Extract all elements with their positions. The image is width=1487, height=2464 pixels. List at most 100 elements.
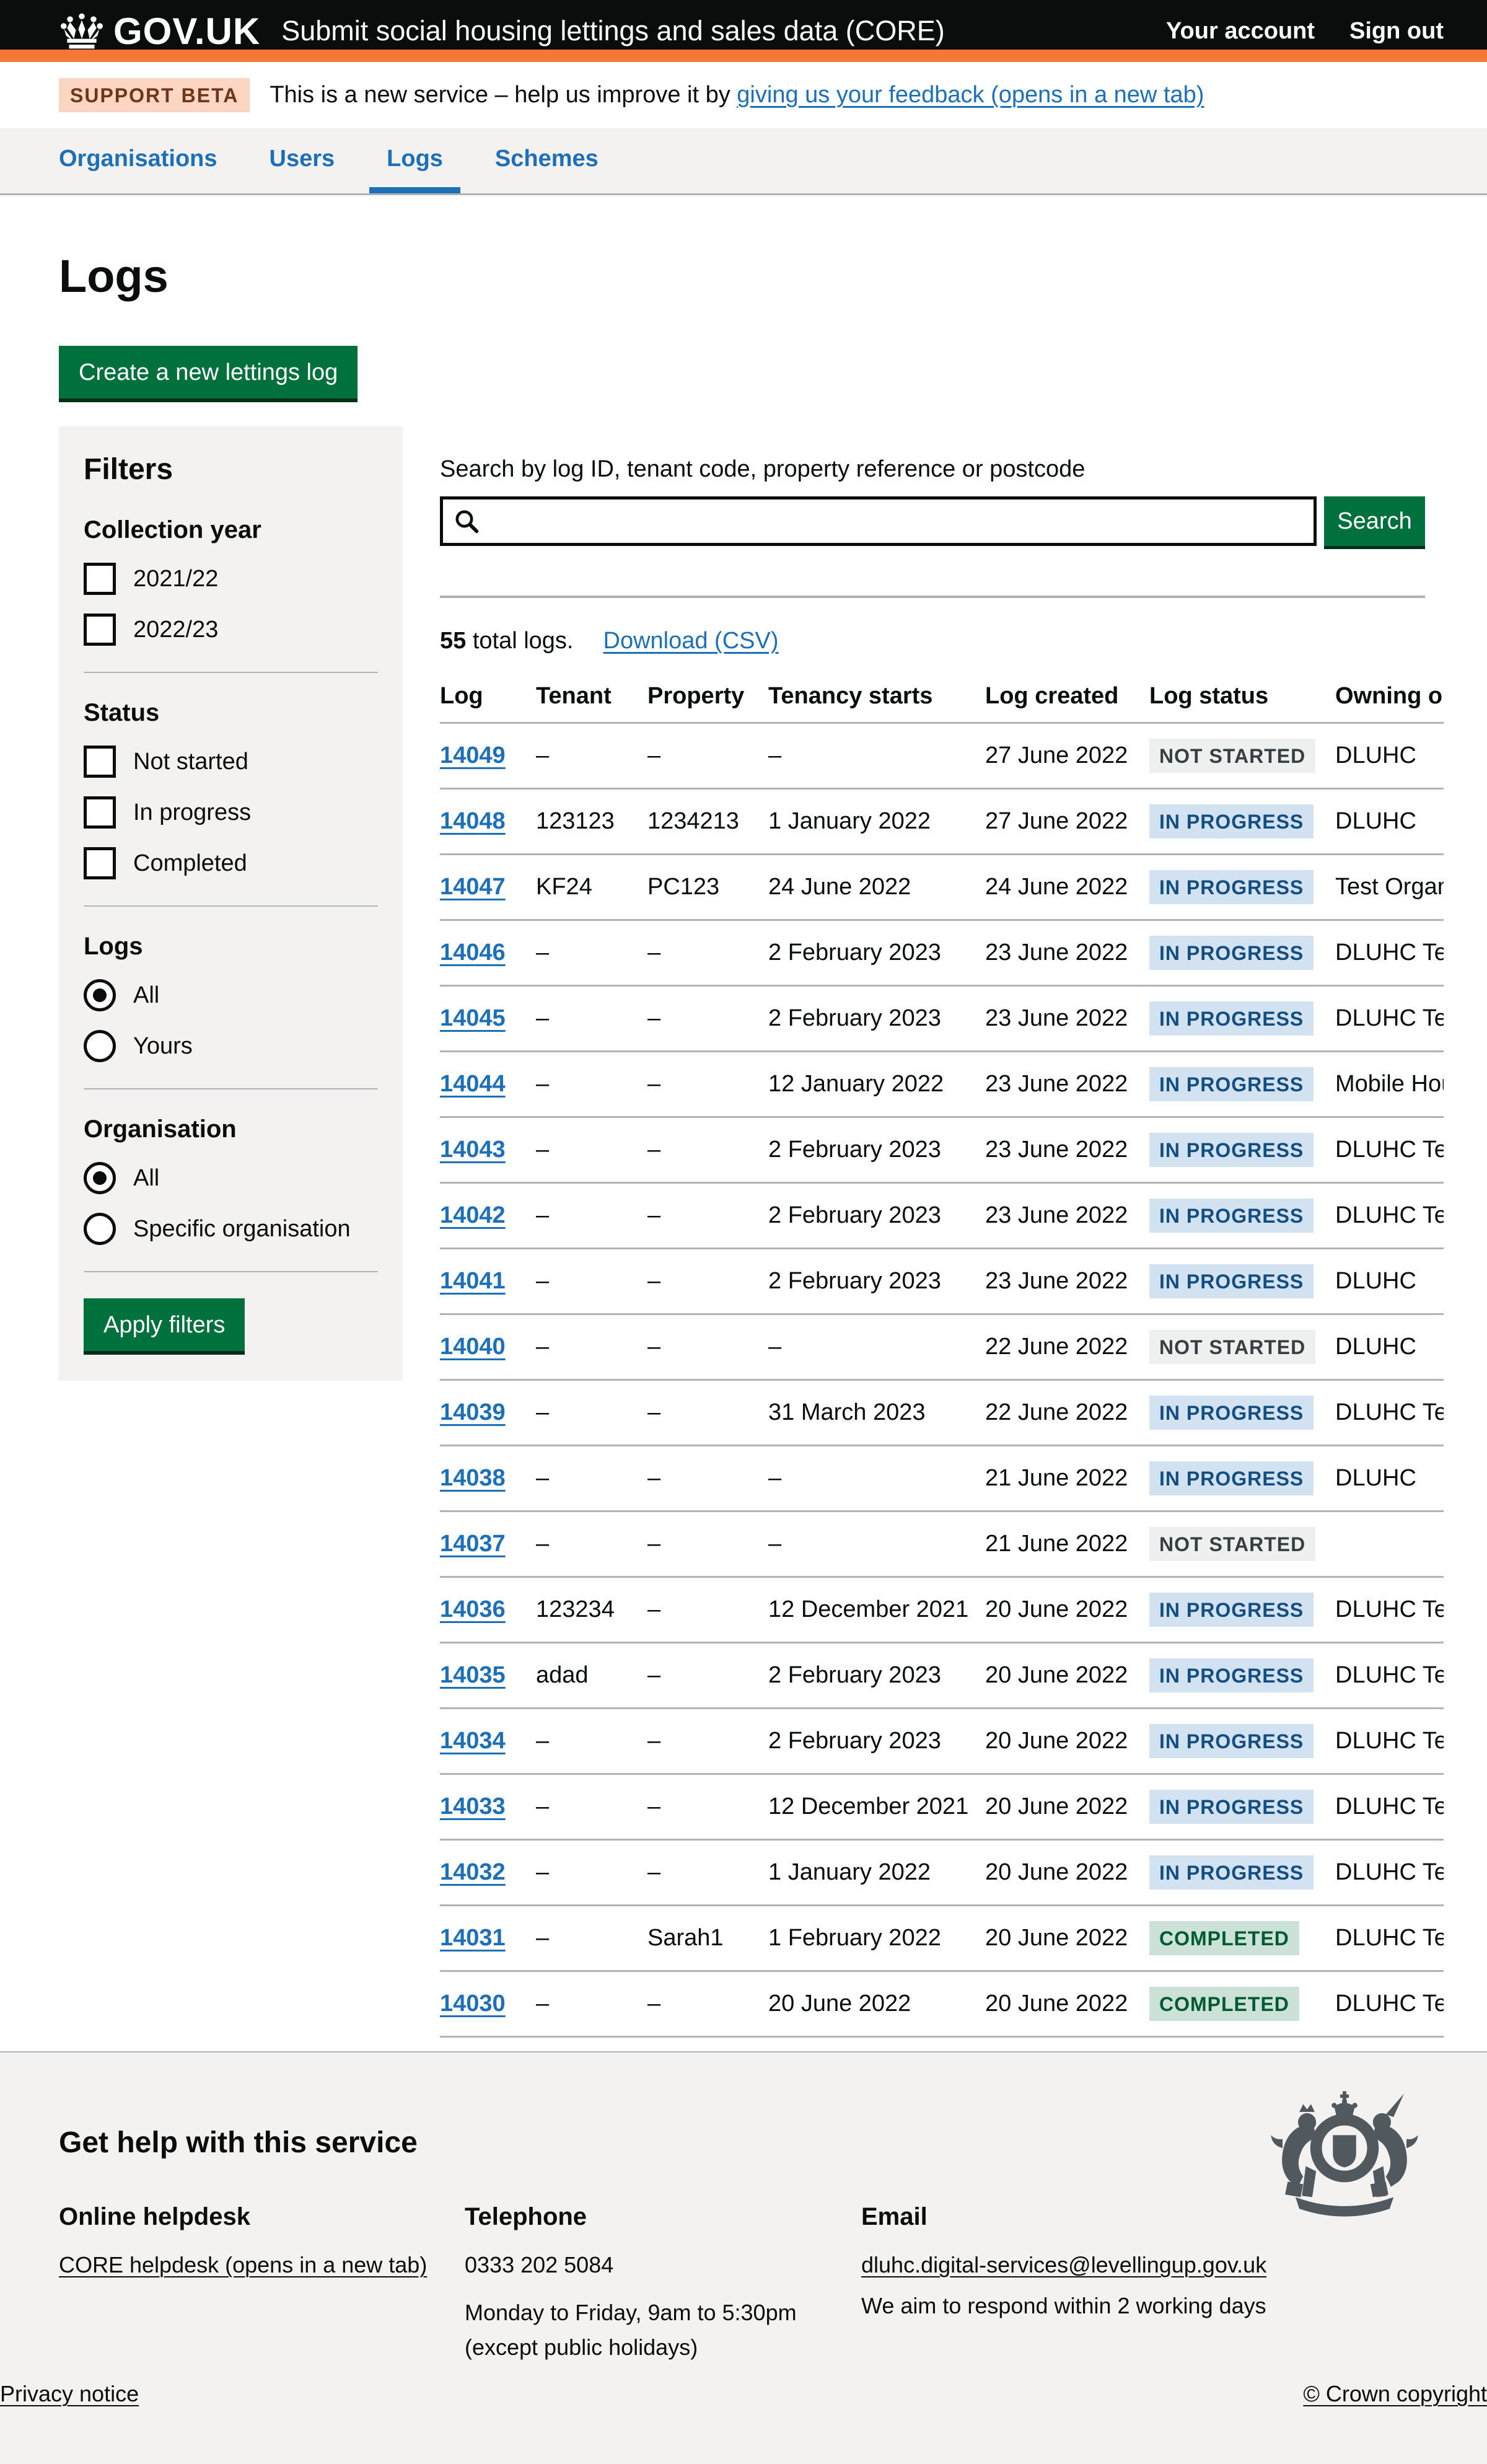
- beta-text: This is a new service – help us improve …: [270, 82, 1204, 108]
- radio-button[interactable]: [84, 1213, 116, 1245]
- header-account-nav: Your account Sign out: [1166, 18, 1444, 45]
- log-id-link[interactable]: 14039: [440, 1399, 506, 1425]
- log-id-link[interactable]: 14046: [440, 939, 506, 966]
- log-id-link[interactable]: 14032: [440, 1859, 506, 1885]
- govuk-logo-link[interactable]: GOV.UK: [59, 10, 260, 53]
- radio-option-all-organisations[interactable]: All: [84, 1162, 378, 1194]
- checkbox-box[interactable]: [84, 746, 116, 778]
- log-id-link[interactable]: 14036: [440, 1596, 506, 1622]
- log-id-link[interactable]: 14047: [440, 874, 506, 900]
- filter-divider: [84, 1088, 378, 1089]
- radio-option-yours[interactable]: Yours: [84, 1030, 378, 1062]
- log-id-link[interactable]: 14030: [440, 1991, 506, 2017]
- checkbox-option-completed[interactable]: Completed: [84, 847, 378, 879]
- log-id-link[interactable]: 14031: [440, 1925, 506, 1951]
- crown-copyright-link[interactable]: © Crown copyright: [1303, 2381, 1487, 2407]
- checkbox-option-not-started[interactable]: Not started: [84, 746, 378, 778]
- checkbox-label: 2021/22: [133, 566, 218, 592]
- log-created-cell: 21 June 2022: [985, 1446, 1149, 1511]
- table-row: 14042 – – 2 February 2023 23 June 2022 I…: [440, 1183, 1444, 1249]
- log-created-cell: 20 June 2022: [985, 1709, 1149, 1774]
- checkbox-option-2022-23[interactable]: 2022/23: [84, 614, 378, 646]
- service-name-link[interactable]: Submit social housing lettings and sales…: [281, 15, 1166, 47]
- nav-item-logs[interactable]: Logs: [369, 128, 460, 193]
- owning-organisation-cell: DLUHC: [1335, 1446, 1444, 1511]
- download-csv-link[interactable]: Download (CSV): [603, 628, 779, 654]
- nav-item-users[interactable]: Users: [252, 128, 353, 193]
- sign-out-link[interactable]: Sign out: [1349, 18, 1444, 45]
- owning-organisation-cell: Mobile Hou: [1335, 1052, 1444, 1117]
- search-button[interactable]: Search: [1324, 496, 1425, 546]
- nav-item-organisations[interactable]: Organisations: [42, 128, 235, 193]
- checkbox-option-2021-22[interactable]: 2021/22: [84, 563, 378, 595]
- log-created-cell: 20 June 2022: [985, 1971, 1149, 2037]
- radio-button[interactable]: [84, 979, 116, 1011]
- search-input[interactable]: [440, 496, 1317, 546]
- results-divider: [440, 596, 1425, 598]
- radio-button[interactable]: [84, 1030, 116, 1062]
- log-id-link[interactable]: 14035: [440, 1662, 506, 1688]
- status-badge: IN PROGRESS: [1149, 804, 1314, 838]
- radio-option-all-logs[interactable]: All: [84, 979, 378, 1011]
- nav-item-schemes[interactable]: Schemes: [478, 128, 616, 193]
- table-row: 14041 – – 2 February 2023 23 June 2022 I…: [440, 1249, 1444, 1314]
- filter-group-label: Logs: [84, 933, 378, 961]
- log-status-cell: IN PROGRESS: [1149, 986, 1335, 1052]
- helpdesk-title: Online helpdesk: [59, 2203, 465, 2231]
- your-account-link[interactable]: Your account: [1166, 18, 1315, 45]
- log-status-cell: IN PROGRESS: [1149, 1774, 1335, 1840]
- log-id-link[interactable]: 14038: [440, 1465, 506, 1491]
- table-row: 14040 – – – 22 June 2022 NOT STARTED DLU…: [440, 1314, 1444, 1380]
- status-badge: IN PROGRESS: [1149, 1593, 1314, 1627]
- log-id-link[interactable]: 14044: [440, 1071, 506, 1097]
- tenancy-starts-cell: 2 February 2023: [768, 1183, 985, 1249]
- tenancy-starts-cell: 2 February 2023: [768, 920, 985, 986]
- log-id-link[interactable]: 14037: [440, 1531, 506, 1557]
- log-id-link[interactable]: 14043: [440, 1137, 506, 1163]
- checkbox-option-in-progress[interactable]: In progress: [84, 796, 378, 829]
- tenancy-starts-cell: 2 February 2023: [768, 1709, 985, 1774]
- log-id-link[interactable]: 14034: [440, 1728, 506, 1754]
- checkbox-box[interactable]: [84, 796, 116, 829]
- checkbox-box[interactable]: [84, 563, 116, 595]
- radio-button[interactable]: [84, 1162, 116, 1194]
- table-row: 14043 – – 2 February 2023 23 June 2022 I…: [440, 1117, 1444, 1183]
- privacy-notice-link[interactable]: Privacy notice: [0, 2381, 139, 2407]
- radio-label: All: [133, 1165, 159, 1192]
- log-created-cell: 20 June 2022: [985, 1840, 1149, 1906]
- status-badge: IN PROGRESS: [1149, 1133, 1314, 1167]
- log-id-link[interactable]: 14042: [440, 1202, 506, 1228]
- log-status-cell: IN PROGRESS: [1149, 1249, 1335, 1314]
- crown-icon: [59, 12, 105, 50]
- apply-filters-button[interactable]: Apply filters: [84, 1298, 245, 1351]
- tenant-cell: –: [536, 1906, 647, 1971]
- filter-group-organisation: Organisation All Specific organisation: [84, 1115, 378, 1245]
- create-lettings-log-button[interactable]: Create a new lettings log: [59, 346, 357, 398]
- log-id-link[interactable]: 14045: [440, 1005, 506, 1031]
- log-id-link[interactable]: 14041: [440, 1268, 506, 1294]
- table-row: 14048 123123 1234213 1 January 2022 27 J…: [440, 789, 1444, 855]
- tenancy-starts-cell: 2 February 2023: [768, 1643, 985, 1709]
- log-created-cell: 23 June 2022: [985, 920, 1149, 986]
- property-cell: –: [647, 1314, 768, 1380]
- log-id-link[interactable]: 14048: [440, 808, 506, 834]
- radio-option-specific-organisation[interactable]: Specific organisation: [84, 1213, 378, 1245]
- tenancy-starts-cell: 31 March 2023: [768, 1380, 985, 1446]
- page-title: Logs: [59, 250, 1444, 302]
- log-id-link[interactable]: 14040: [440, 1334, 506, 1360]
- owning-organisation-cell: DLUHC Tes: [1335, 986, 1444, 1052]
- log-id-link[interactable]: 14033: [440, 1793, 506, 1819]
- core-helpdesk-link[interactable]: CORE helpdesk (opens in a new tab): [59, 2252, 427, 2277]
- tenancy-starts-cell: 12 December 2021: [768, 1577, 985, 1643]
- tenancy-starts-cell: 2 February 2023: [768, 1249, 985, 1314]
- checkbox-box[interactable]: [84, 614, 116, 646]
- email-link[interactable]: dluhc.digital-services@levellingup.gov.u…: [861, 2252, 1266, 2277]
- tenant-cell: –: [536, 723, 647, 789]
- log-created-cell: 20 June 2022: [985, 1577, 1149, 1643]
- feedback-link[interactable]: giving us your feedback (opens in a new …: [737, 82, 1204, 108]
- checkbox-box[interactable]: [84, 847, 116, 879]
- footer-telephone-column: Telephone 0333 202 5084 Monday to Friday…: [465, 2203, 861, 2365]
- log-status-cell: IN PROGRESS: [1149, 1446, 1335, 1511]
- table-row: 14045 – – 2 February 2023 23 June 2022 I…: [440, 986, 1444, 1052]
- log-id-link[interactable]: 14049: [440, 742, 506, 768]
